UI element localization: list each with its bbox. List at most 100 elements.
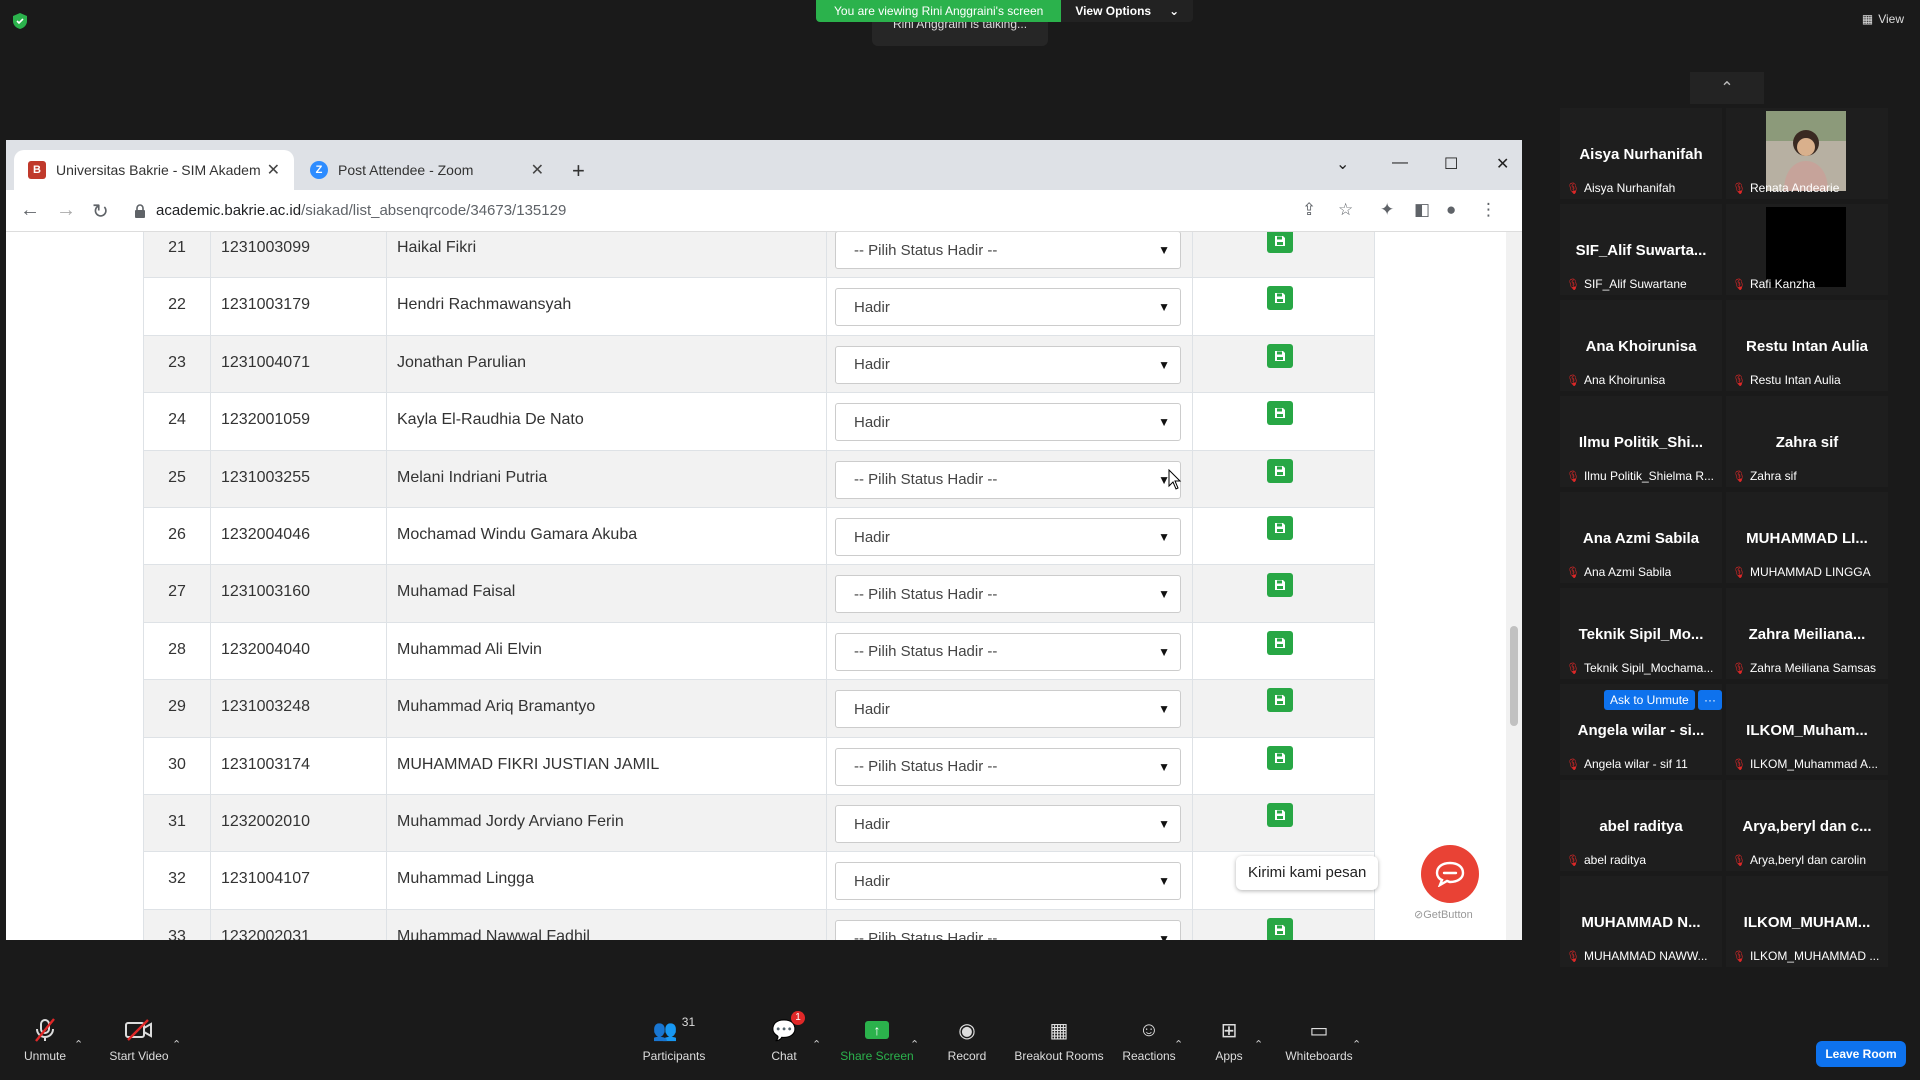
participant-tile[interactable]: Zahra Meiliana... 🎙︎ Zahra Meiliana Samsas: [1726, 588, 1888, 679]
participant-name-label: 🎙︎ Renata Andearie: [1732, 181, 1839, 195]
participant-tile[interactable]: 🎙︎ Renata Andearie: [1726, 108, 1888, 199]
new-tab-icon[interactable]: +: [572, 158, 585, 184]
status-value: -- Pilih Status Hadir --: [854, 585, 998, 603]
attendance-status-select[interactable]: -- Pilih Status Hadir -- ▼: [835, 575, 1181, 614]
mic-muted-icon: 🎙︎: [1732, 662, 1746, 675]
attendance-status-select[interactable]: -- Pilih Status Hadir -- ▼: [835, 460, 1181, 499]
save-button[interactable]: [1267, 688, 1293, 713]
ask-to-unmute-button[interactable]: Ask to Unmute: [1604, 690, 1695, 710]
bookmark-star-icon[interactable]: ☆: [1338, 200, 1353, 220]
chat-options-caret-icon[interactable]: ⌃: [812, 1038, 821, 1051]
save-button[interactable]: [1267, 630, 1293, 655]
leave-room-button[interactable]: Leave Room: [1816, 1041, 1906, 1067]
chat-widget-bubble[interactable]: Kirimi kami pesan: [1236, 856, 1379, 890]
attendance-status-select[interactable]: -- Pilih Status Hadir -- ▼: [835, 632, 1181, 671]
browser-tab-zoom[interactable]: Z Post Attendee - Zoom ✕: [296, 150, 558, 190]
reload-icon[interactable]: ↻: [92, 199, 109, 224]
save-button[interactable]: [1267, 917, 1293, 940]
chat-widget-button[interactable]: [1421, 845, 1479, 903]
close-tab-icon[interactable]: ✕: [531, 160, 544, 180]
save-button[interactable]: [1267, 803, 1293, 827]
participant-label-text: Arya,beryl dan carolin: [1749, 853, 1867, 867]
save-button[interactable]: [1267, 401, 1293, 426]
attendance-status-select[interactable]: Hadir ▼: [835, 403, 1181, 442]
participant-tile[interactable]: Arya,beryl dan c... 🎙︎ Arya,beryl dan caro…: [1726, 780, 1888, 871]
save-button[interactable]: [1267, 232, 1293, 253]
participant-label-text: ILKOM_Muhammad A...: [1749, 757, 1879, 771]
participant-tile[interactable]: Aisya Nurhanifah 🎙︎ Aisya Nurhanifah: [1560, 108, 1722, 199]
attendance-status-select[interactable]: Hadir ▼: [835, 288, 1181, 327]
minimize-icon[interactable]: —: [1392, 154, 1408, 172]
side-panel-icon[interactable]: ◧: [1414, 200, 1430, 220]
save-button[interactable]: [1267, 573, 1293, 598]
floppy-save-icon: [1275, 580, 1285, 591]
back-arrow-icon[interactable]: ←: [20, 199, 40, 222]
participant-tile[interactable]: abel raditya 🎙︎ abel raditya: [1560, 780, 1722, 871]
attendance-status-select[interactable]: Hadir ▼: [835, 518, 1181, 556]
participant-more-button[interactable]: ···: [1698, 690, 1722, 710]
attendance-status-select[interactable]: Hadir ▼: [835, 345, 1181, 384]
page-scrollbar[interactable]: [1506, 232, 1522, 940]
save-button[interactable]: [1267, 745, 1293, 770]
view-options-button[interactable]: View Options ⌄: [1061, 0, 1194, 22]
attendance-status-select[interactable]: -- Pilih Status Hadir -- ▼: [835, 747, 1181, 786]
video-options-caret-icon[interactable]: ⌃: [172, 1038, 181, 1051]
participant-tile[interactable]: MUHAMMAD LI... 🎙︎ MUHAMMAD LINGGA: [1726, 492, 1888, 583]
participant-tile[interactable]: Ilmu Politik_Shi... 🎙︎ Ilmu Politik_Shielm…: [1560, 396, 1722, 487]
participant-display-name: Zahra Meiliana...: [1748, 626, 1866, 643]
floppy-save-icon: [1275, 637, 1285, 648]
participant-gallery: Aisya Nurhanifah 🎙︎ Aisya Nurhanifah 🎙︎ Rena…: [1560, 108, 1900, 978]
status-cell: Hadir ▼: [827, 795, 1193, 853]
participant-tile[interactable]: Ana Khoirunisa 🎙︎ Ana Khoirunisa: [1560, 300, 1722, 391]
save-button[interactable]: [1267, 458, 1293, 483]
participant-tile[interactable]: Restu Intan Aulia 🎙︎ Restu Intan Aulia: [1726, 300, 1888, 391]
close-window-icon[interactable]: ✕: [1496, 154, 1509, 174]
student-name: Muhammad Jordy Arviano Ferin: [387, 795, 827, 853]
participant-tile[interactable]: ILKOM_MUHAM... 🎙︎ ILKOM_MUHAMMAD ...: [1726, 876, 1888, 967]
apps-caret-icon[interactable]: ⌃: [1254, 1038, 1263, 1051]
status-value: -- Pilih Status Hadir --: [854, 643, 998, 661]
participants-button[interactable]: 👥 31 Participants: [619, 1015, 729, 1063]
save-button[interactable]: [1267, 286, 1293, 311]
browser-tab-siakad[interactable]: B Universitas Bakrie - SIM Akadem ✕: [14, 150, 294, 190]
participant-name-label: 🎙︎ Aisya Nurhanifah: [1566, 181, 1675, 195]
save-button[interactable]: [1267, 516, 1293, 540]
whiteboards-caret-icon[interactable]: ⌃: [1352, 1038, 1361, 1051]
shield-icon[interactable]: [12, 12, 28, 30]
participant-tile[interactable]: Zahra sif 🎙︎ Zahra sif: [1726, 396, 1888, 487]
scrollbar-thumb[interactable]: [1510, 626, 1518, 726]
participant-tile[interactable]: MUHAMMAD N... 🎙︎ MUHAMMAD NAWW...: [1560, 876, 1722, 967]
profile-avatar-icon[interactable]: ●: [1446, 200, 1456, 220]
floppy-save-icon: [1275, 236, 1285, 246]
collapse-gallery-button[interactable]: ⌃: [1690, 72, 1764, 104]
forward-arrow-icon[interactable]: →: [56, 199, 76, 222]
tab-search-icon[interactable]: ⌄: [1336, 154, 1349, 174]
participant-tile[interactable]: Teknik Sipil_Mo... 🎙︎ Teknik Sipil_Mochama…: [1560, 588, 1722, 679]
address-bar[interactable]: academic.bakrie.ac.id/siakad/list_absenq…: [134, 202, 566, 219]
share-icon[interactable]: ⇪: [1302, 200, 1316, 220]
menu-kebab-icon[interactable]: ⋮: [1480, 200, 1497, 220]
attendance-status-select[interactable]: -- Pilih Status Hadir -- ▼: [835, 232, 1181, 269]
lock-icon: [135, 203, 145, 218]
attendance-status-select[interactable]: Hadir ▼: [835, 690, 1181, 729]
save-button[interactable]: [1267, 343, 1293, 368]
action-cell: [1193, 909, 1375, 940]
participant-name-label: 🎙︎ Teknik Sipil_Mochama...: [1566, 661, 1713, 675]
participant-name-label: 🎙︎ SIF_Alif Suwartane: [1566, 277, 1687, 291]
participant-tile[interactable]: 🎙︎ Rafi Kanzha: [1726, 204, 1888, 295]
floppy-save-icon: [1275, 293, 1285, 304]
attendance-status-select[interactable]: Hadir ▼: [835, 862, 1181, 901]
attendance-status-select[interactable]: Hadir ▼: [835, 805, 1181, 843]
attendance-status-select[interactable]: -- Pilih Status Hadir -- ▼: [835, 919, 1181, 940]
extensions-icon[interactable]: ✦: [1380, 200, 1394, 220]
participant-label-text: Ilmu Politik_Shielma R...: [1583, 469, 1715, 483]
participant-tile[interactable]: ILKOM_Muham... 🎙︎ ILKOM_Muhammad A...: [1726, 684, 1888, 775]
close-tab-icon[interactable]: ✕: [267, 160, 280, 180]
floppy-save-icon: [1275, 810, 1285, 820]
maximize-icon[interactable]: ☐: [1444, 154, 1458, 174]
audio-options-caret-icon[interactable]: ⌃: [74, 1038, 83, 1051]
participant-tile[interactable]: Ana Azmi Sabila 🎙︎ Ana Azmi Sabila: [1560, 492, 1722, 583]
view-button[interactable]: ▦ View: [1862, 12, 1904, 26]
participant-tile[interactable]: SIF_Alif Suwarta... 🎙︎ SIF_Alif Suwartane: [1560, 204, 1722, 295]
browser-toolbar: ← → ↻ academic.bakrie.ac.id/siakad/list_…: [6, 190, 1522, 232]
